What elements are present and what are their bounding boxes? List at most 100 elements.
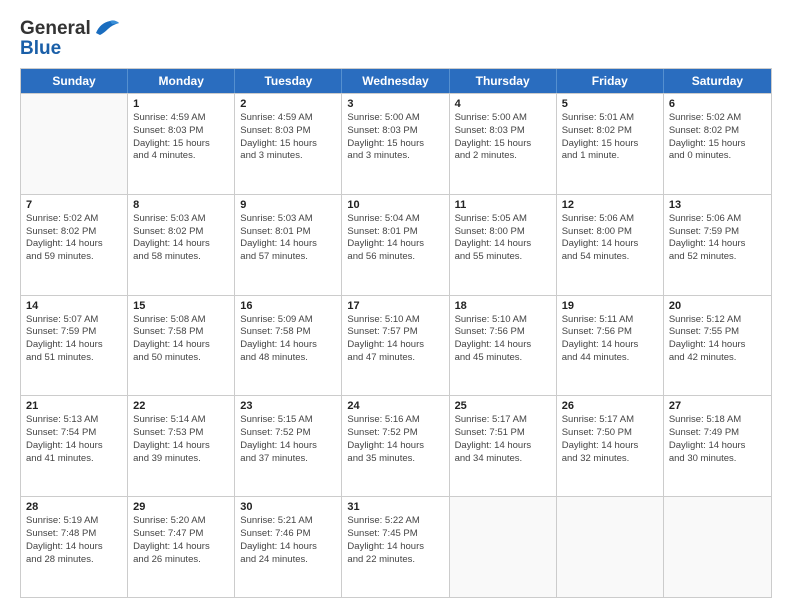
calendar-cell-3-4: 17 Sunrise: 5:10 AM Sunset: 7:57 PM Dayli… [342,296,449,396]
calendar-cell-1-7: 6Sunrise: 5:02 AM Sunset: 8:02 PM Daylig… [664,94,771,194]
calendar-cell-5-4: 31 Sunrise: 5:22 AM Sunset: 7:45 PM Dayli… [342,497,449,597]
calendar-row-1: 1 Sunrise: 4:59 AM Sunset: 8:03 PM Daylig… [21,93,771,194]
calendar-cell-1-2: 1 Sunrise: 4:59 AM Sunset: 8:03 PM Daylig… [128,94,235,194]
calendar: SundayMondayTuesdayWednesdayThursdayFrid… [20,68,772,598]
weekday-header-tuesday: Tuesday [235,69,342,93]
day-number: 27 [669,400,766,412]
logo-blue-text: Blue [20,38,61,60]
day-number: 9 [240,199,336,211]
day-info: Sunrise: 5:21 AM Sunset: 7:46 PM Dayligh… [240,515,336,566]
day-info: Sunrise: 5:00 AM Sunset: 8:03 PM Dayligh… [347,112,443,163]
day-info: Sunrise: 5:11 AM Sunset: 7:56 PM Dayligh… [562,314,658,365]
calendar-cell-5-5 [450,497,557,597]
calendar-cell-3-1: 14 Sunrise: 5:07 AM Sunset: 7:59 PM Dayli… [21,296,128,396]
day-info: Sunrise: 5:01 AM Sunset: 8:02 PM Dayligh… [562,112,658,163]
page: General Blue SundayMondayTuesdayWednesda… [0,0,792,612]
calendar-cell-5-1: 28 Sunrise: 5:19 AM Sunset: 7:48 PM Dayli… [21,497,128,597]
calendar-row-4: 21 Sunrise: 5:13 AM Sunset: 7:54 PM Dayli… [21,395,771,496]
calendar-body: 1 Sunrise: 4:59 AM Sunset: 8:03 PM Daylig… [21,93,771,597]
day-info: Sunrise: 5:03 AM Sunset: 8:02 PM Dayligh… [133,213,229,264]
calendar-cell-4-3: 23 Sunrise: 5:15 AM Sunset: 7:52 PM Dayli… [235,396,342,496]
day-number: 26 [562,400,658,412]
day-info: Sunrise: 5:02 AM Sunset: 8:02 PM Dayligh… [26,213,122,264]
day-info: Sunrise: 5:17 AM Sunset: 7:50 PM Dayligh… [562,414,658,465]
day-info: Sunrise: 5:10 AM Sunset: 7:57 PM Dayligh… [347,314,443,365]
day-info: Sunrise: 5:22 AM Sunset: 7:45 PM Dayligh… [347,515,443,566]
calendar-cell-4-1: 21 Sunrise: 5:13 AM Sunset: 7:54 PM Dayli… [21,396,128,496]
day-number: 28 [26,501,122,513]
day-info: Sunrise: 4:59 AM Sunset: 8:03 PM Dayligh… [240,112,336,163]
day-number: 14 [26,300,122,312]
logo-general-text: General [20,18,91,40]
calendar-cell-3-2: 15Sunrise: 5:08 AM Sunset: 7:58 PM Dayli… [128,296,235,396]
day-number: 20 [669,300,766,312]
day-info: Sunrise: 5:18 AM Sunset: 7:49 PM Dayligh… [669,414,766,465]
day-number: 7 [26,199,122,211]
day-info: Sunrise: 5:16 AM Sunset: 7:52 PM Dayligh… [347,414,443,465]
day-info: Sunrise: 5:06 AM Sunset: 7:59 PM Dayligh… [669,213,766,264]
day-info: Sunrise: 5:03 AM Sunset: 8:01 PM Dayligh… [240,213,336,264]
calendar-cell-5-2: 29Sunrise: 5:20 AM Sunset: 7:47 PM Dayli… [128,497,235,597]
day-info: Sunrise: 5:10 AM Sunset: 7:56 PM Dayligh… [455,314,551,365]
calendar-cell-3-3: 16Sunrise: 5:09 AM Sunset: 7:58 PM Dayli… [235,296,342,396]
calendar-cell-2-5: 11Sunrise: 5:05 AM Sunset: 8:00 PM Dayli… [450,195,557,295]
day-info: Sunrise: 5:19 AM Sunset: 7:48 PM Dayligh… [26,515,122,566]
day-number: 29 [133,501,229,513]
day-number: 21 [26,400,122,412]
day-number: 12 [562,199,658,211]
day-number: 3 [347,98,443,110]
day-info: Sunrise: 5:17 AM Sunset: 7:51 PM Dayligh… [455,414,551,465]
day-number: 22 [133,400,229,412]
calendar-cell-4-6: 26 Sunrise: 5:17 AM Sunset: 7:50 PM Dayli… [557,396,664,496]
day-number: 25 [455,400,551,412]
day-info: Sunrise: 5:15 AM Sunset: 7:52 PM Dayligh… [240,414,336,465]
day-info: Sunrise: 5:13 AM Sunset: 7:54 PM Dayligh… [26,414,122,465]
calendar-cell-2-1: 7 Sunrise: 5:02 AM Sunset: 8:02 PM Daylig… [21,195,128,295]
day-number: 6 [669,98,766,110]
day-info: Sunrise: 5:00 AM Sunset: 8:03 PM Dayligh… [455,112,551,163]
calendar-cell-2-2: 8Sunrise: 5:03 AM Sunset: 8:02 PM Daylig… [128,195,235,295]
logo-bird-icon [92,19,120,39]
day-info: Sunrise: 5:14 AM Sunset: 7:53 PM Dayligh… [133,414,229,465]
calendar-cell-5-7 [664,497,771,597]
day-number: 10 [347,199,443,211]
day-number: 24 [347,400,443,412]
calendar-row-2: 7 Sunrise: 5:02 AM Sunset: 8:02 PM Daylig… [21,194,771,295]
calendar-cell-1-5: 4 Sunrise: 5:00 AM Sunset: 8:03 PM Daylig… [450,94,557,194]
day-number: 4 [455,98,551,110]
day-number: 15 [133,300,229,312]
day-info: Sunrise: 5:09 AM Sunset: 7:58 PM Dayligh… [240,314,336,365]
calendar-cell-1-3: 2Sunrise: 4:59 AM Sunset: 8:03 PM Daylig… [235,94,342,194]
day-number: 5 [562,98,658,110]
calendar-cell-4-7: 27 Sunrise: 5:18 AM Sunset: 7:49 PM Dayli… [664,396,771,496]
day-number: 31 [347,501,443,513]
day-number: 11 [455,199,551,211]
day-info: Sunrise: 5:07 AM Sunset: 7:59 PM Dayligh… [26,314,122,365]
day-number: 18 [455,300,551,312]
weekday-header-monday: Monday [128,69,235,93]
day-number: 23 [240,400,336,412]
calendar-header: SundayMondayTuesdayWednesdayThursdayFrid… [21,69,771,93]
weekday-header-saturday: Saturday [664,69,771,93]
calendar-cell-4-4: 24 Sunrise: 5:16 AM Sunset: 7:52 PM Dayli… [342,396,449,496]
day-number: 1 [133,98,229,110]
logo: General Blue [20,18,120,60]
calendar-cell-1-4: 3 Sunrise: 5:00 AM Sunset: 8:03 PM Daylig… [342,94,449,194]
calendar-cell-2-3: 9 Sunrise: 5:03 AM Sunset: 8:01 PM Daylig… [235,195,342,295]
weekday-header-thursday: Thursday [450,69,557,93]
calendar-cell-4-5: 25 Sunrise: 5:17 AM Sunset: 7:51 PM Dayli… [450,396,557,496]
header: General Blue [20,18,772,60]
day-number: 30 [240,501,336,513]
day-number: 17 [347,300,443,312]
calendar-row-5: 28 Sunrise: 5:19 AM Sunset: 7:48 PM Dayli… [21,496,771,597]
calendar-cell-1-6: 5 Sunrise: 5:01 AM Sunset: 8:02 PM Daylig… [557,94,664,194]
weekday-header-wednesday: Wednesday [342,69,449,93]
day-info: Sunrise: 5:06 AM Sunset: 8:00 PM Dayligh… [562,213,658,264]
calendar-cell-5-3: 30 Sunrise: 5:21 AM Sunset: 7:46 PM Dayli… [235,497,342,597]
calendar-cell-5-6 [557,497,664,597]
calendar-cell-1-1 [21,94,128,194]
day-info: Sunrise: 4:59 AM Sunset: 8:03 PM Dayligh… [133,112,229,163]
weekday-header-sunday: Sunday [21,69,128,93]
calendar-cell-2-7: 13Sunrise: 5:06 AM Sunset: 7:59 PM Dayli… [664,195,771,295]
day-info: Sunrise: 5:04 AM Sunset: 8:01 PM Dayligh… [347,213,443,264]
